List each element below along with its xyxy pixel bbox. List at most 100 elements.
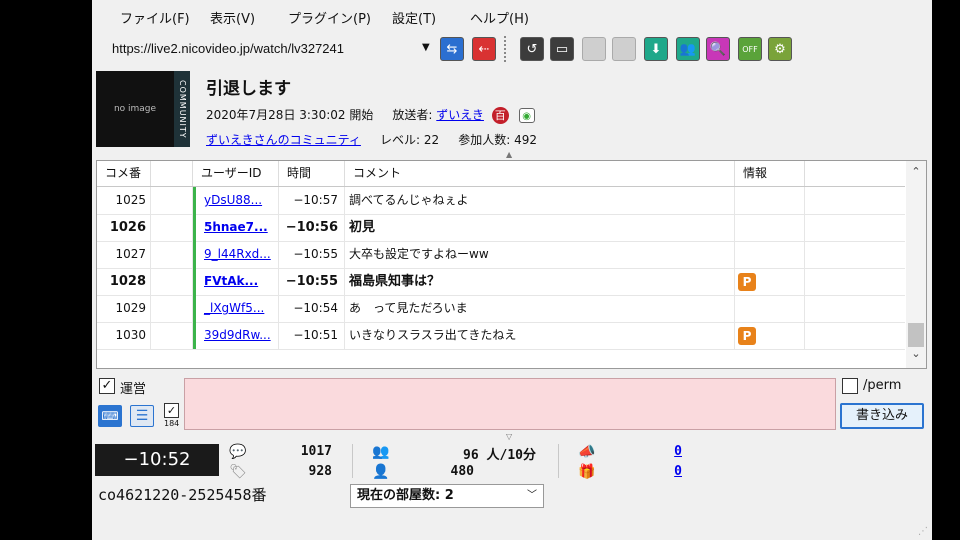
gear-icon[interactable]: ⚙ [768, 37, 792, 61]
gift-icon: 🎁 [578, 464, 596, 480]
menu-help[interactable]: ヘルプ(H) [470, 8, 529, 27]
row-blank-cell [151, 268, 193, 295]
collapse-up-icon[interactable]: ▲ [506, 150, 512, 159]
disabled-tool-icon[interactable] [612, 37, 636, 61]
comment-text: 福島県知事は？ [345, 268, 735, 295]
row-blank-cell [151, 214, 193, 241]
user-id-link[interactable]: FVtAk... [204, 274, 258, 288]
comment-time: −10:55 [279, 268, 345, 295]
robot-icon: ◉ [518, 108, 535, 123]
comment-bubble-icon: 💬 [229, 444, 247, 460]
comment-list-header: コメ番 ユーザーID 時間 コメント 情報 [97, 161, 905, 187]
header-comment[interactable]: コメント [345, 161, 735, 186]
info-cell [735, 295, 805, 322]
submit-comment-button[interactable]: 書き込み [840, 403, 924, 429]
comment-number: 1030 [97, 322, 151, 349]
user-id-cell: FVtAk... [193, 268, 279, 295]
download-icon[interactable]: ⬇ [644, 37, 668, 61]
comment-time: −10:55 [279, 241, 345, 268]
gift-count-link[interactable]: 0 [652, 464, 682, 479]
connect-icon[interactable]: ⇆ [440, 37, 464, 61]
table-row[interactable]: 1029 _lXgWf5... −10:54 あ って見ただろいま [97, 295, 905, 323]
unei-label: 運営 [120, 382, 147, 397]
menu-view[interactable]: 表示(V) [210, 8, 255, 27]
broadcaster-link[interactable]: ずいえき [436, 108, 484, 122]
disconnect-icon[interactable]: ⇠ [472, 37, 496, 61]
disabled-tool-icon[interactable] [582, 37, 606, 61]
chevron-down-icon[interactable]: ﹀ [527, 485, 537, 507]
url-dropdown-icon[interactable]: ▼ [422, 42, 430, 53]
user-id-link[interactable]: _lXgWf5... [204, 301, 264, 315]
info-cell [735, 214, 805, 241]
comment-number: 1026 [97, 214, 151, 241]
elapsed-timer: −10:52 [95, 444, 219, 476]
user-id-cell: 9_l44Rxd... [193, 241, 279, 268]
toolbar: https://live2.nicovideo.jp/watch/lv32724… [92, 32, 932, 69]
table-row[interactable]: 1027 9_l44Rxd... −10:55 大卒も設定ですよねーww [97, 241, 905, 269]
user-id-link[interactable]: 39d9dRw... [204, 328, 271, 342]
table-row[interactable]: 1025 yDsU88... −10:57 調べてるんじゃねぇよ [97, 187, 905, 215]
off-toggle-icon[interactable]: OFF [738, 37, 762, 61]
broadcast-title: 引退します [206, 79, 291, 99]
comment-number: 1027 [97, 241, 151, 268]
stats-divider [558, 444, 559, 478]
unei-checkbox[interactable]: ✓ [99, 378, 115, 394]
toolbar-separator [504, 36, 506, 64]
comment-count-sub: 928 [308, 464, 332, 479]
premium-badge-icon: P [738, 272, 756, 291]
community-link[interactable]: ずいえきさんのコミュニティ [206, 133, 361, 147]
reload-icon[interactable]: ↺ [520, 37, 544, 61]
table-row[interactable]: 1030 39d9dRw... −10:51 いきなりスラスラ出てきたねえ P [97, 322, 905, 350]
collapse-down-icon[interactable]: ▽ [506, 432, 512, 441]
header-number[interactable]: コメ番 [97, 161, 151, 186]
comment-input[interactable] [184, 378, 836, 430]
header-user-id[interactable]: ユーザーID [193, 161, 279, 186]
ad-count-link[interactable]: 0 [652, 444, 682, 459]
anonymous-184-label: 184 [164, 419, 180, 428]
user-id-link[interactable]: yDsU88... [204, 193, 262, 207]
comment-text: 初見 [345, 214, 735, 241]
users-icon[interactable]: 👥 [676, 37, 700, 61]
list-icon[interactable]: ☰ [130, 405, 154, 427]
menu-bar: ファイル(F) 表示(V) プラグイン(P) 設定(T) ヘルプ(H) [92, 0, 932, 32]
anonymous-184-checkbox[interactable]: ✓ [164, 403, 179, 418]
active-viewers: 96 人/10分 [463, 448, 536, 463]
header-info[interactable]: 情報 [735, 161, 805, 186]
url-input[interactable]: https://live2.nicovideo.jp/watch/lv32724… [98, 37, 432, 61]
table-row[interactable]: 1026 5hnae7... −10:56 初見 [97, 214, 905, 242]
user-id-cell: yDsU88... [193, 187, 279, 214]
vertical-scrollbar[interactable]: ⌃ ⌄ [906, 161, 926, 368]
room-id: co4621220-2525458番 [98, 486, 267, 504]
community-meta: ずいえきさんのコミュニティ レベル: 22 参加人数: 492 [206, 131, 537, 148]
header-time[interactable]: 時間 [279, 161, 345, 186]
hundred-badge-icon: 百 [491, 107, 509, 124]
menu-plugin[interactable]: プラグイン(P) [288, 8, 371, 27]
viewer-icon: 👤 [372, 464, 390, 480]
scroll-thumb[interactable] [908, 323, 924, 347]
user-id-link[interactable]: 5hnae7... [204, 220, 268, 234]
user-id-link[interactable]: 9_l44Rxd... [204, 247, 271, 261]
resize-grip-icon[interactable]: ⋰ [918, 526, 928, 537]
comment-text: 調べてるんじゃねぇよ [345, 187, 735, 214]
search-icon[interactable]: 🔍 [706, 37, 730, 61]
perm-label: /perm [863, 378, 902, 393]
stats-divider [352, 444, 353, 478]
room-count-value: 現在の部屋数: 2 [357, 488, 454, 503]
menu-file[interactable]: ファイル(F) [120, 8, 190, 27]
tag-icon: 🏷 [229, 464, 247, 480]
info-cell [735, 187, 805, 214]
room-count-select[interactable]: 現在の部屋数: 2 ﹀ [350, 484, 544, 508]
broadcast-meta: 2020年7月28日 3:30:02 開始 放送者: ずいえき 百 ◉ [206, 106, 535, 124]
window-icon[interactable]: ▭ [550, 37, 574, 61]
comment-list: コメ番 ユーザーID 時間 コメント 情報 1025 yDsU88... −10:5… [96, 160, 927, 369]
viewer-group-icon: 👥 [372, 444, 390, 460]
level-text: レベル: 22 [380, 133, 440, 147]
scroll-down-icon[interactable]: ⌄ [906, 347, 926, 360]
header-blank[interactable] [151, 161, 193, 186]
menu-settings[interactable]: 設定(T) [392, 8, 436, 27]
table-row[interactable]: 1028 FVtAk... −10:55 福島県知事は？ P [97, 268, 905, 296]
scroll-up-icon[interactable]: ⌃ [906, 165, 926, 178]
row-blank-cell [151, 322, 193, 349]
keyboard-icon[interactable]: ⌨ [98, 405, 122, 427]
perm-checkbox[interactable] [842, 378, 858, 394]
